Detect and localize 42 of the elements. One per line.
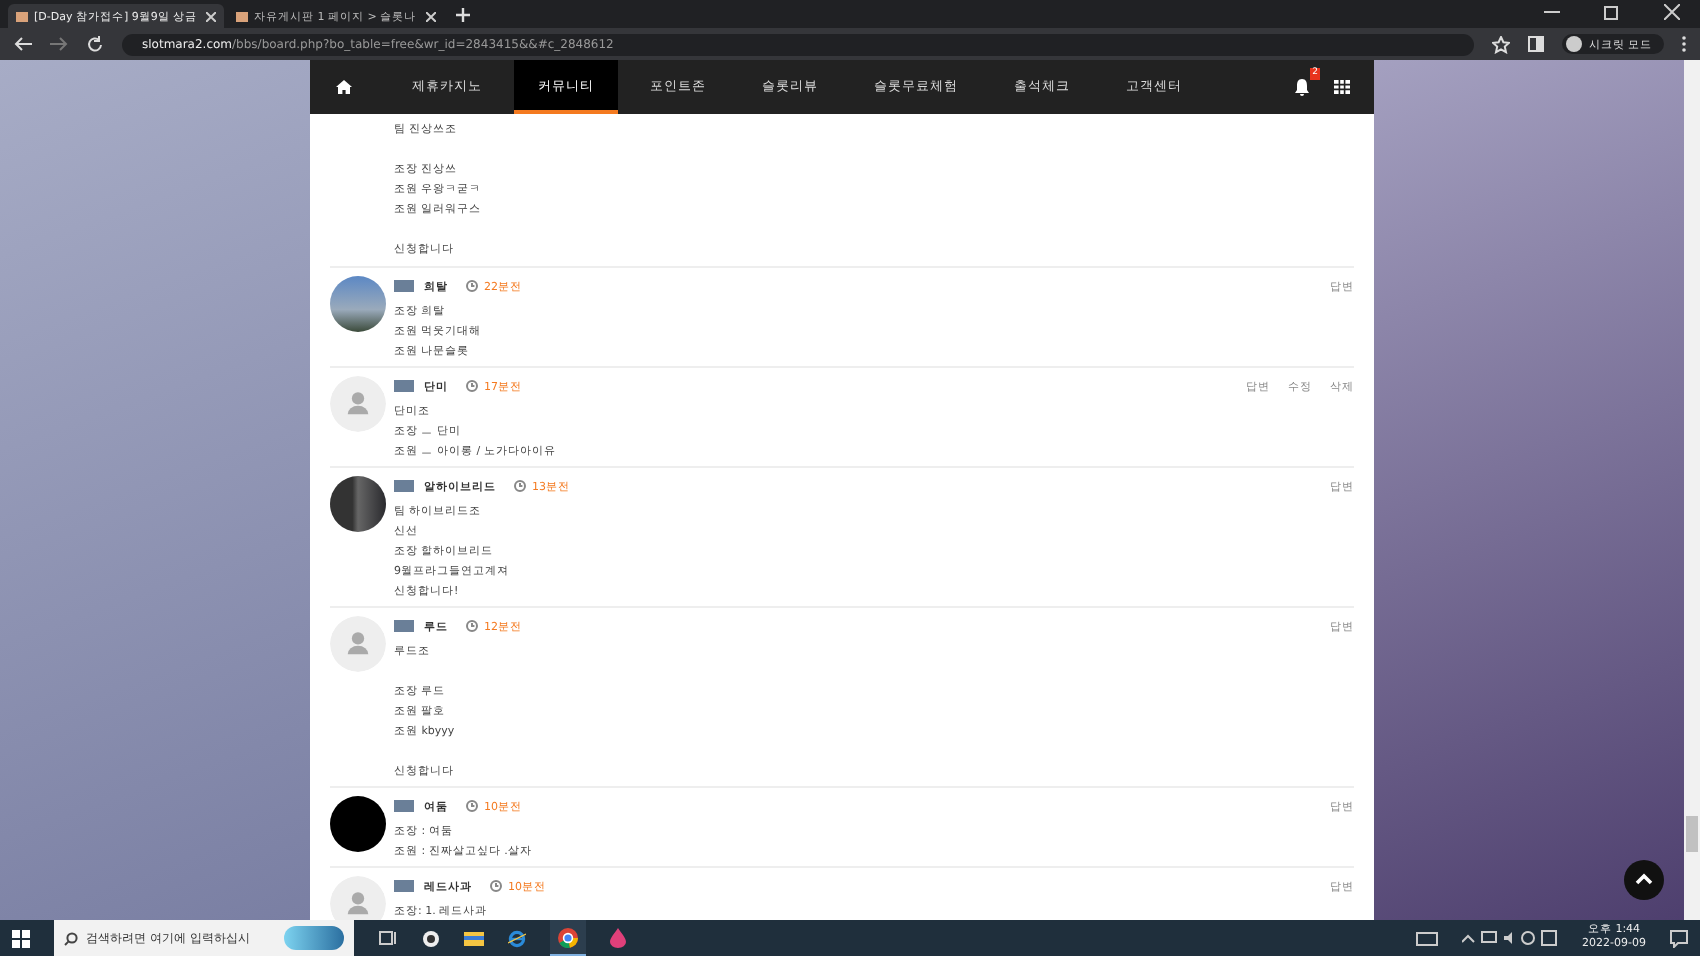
level-badge-icon <box>394 480 414 492</box>
favicon-icon <box>236 11 248 21</box>
level-badge-icon <box>394 880 414 892</box>
app-icon[interactable] <box>422 929 440 947</box>
sidebar-icon[interactable] <box>1528 36 1545 52</box>
folder-icon[interactable] <box>464 930 484 946</box>
task-view-icon[interactable] <box>378 930 398 946</box>
grid-icon[interactable] <box>1334 80 1350 94</box>
forward-icon[interactable] <box>50 36 68 52</box>
clock-icon <box>514 480 526 492</box>
bell-icon[interactable] <box>1294 78 1310 96</box>
search-highlight-drawing <box>284 926 344 950</box>
notification-icon[interactable] <box>1670 929 1688 947</box>
search-icon <box>64 931 78 945</box>
clock-icon <box>466 800 478 812</box>
star-icon[interactable] <box>1492 35 1511 53</box>
clock-icon <box>490 880 502 892</box>
scroll-top-icon[interactable] <box>1624 860 1664 900</box>
back-icon[interactable] <box>14 36 32 52</box>
windows-start-icon[interactable] <box>12 929 30 947</box>
new-tab-icon[interactable] <box>456 8 470 22</box>
close-icon[interactable] <box>426 11 436 21</box>
clock-icon <box>466 620 478 632</box>
tray-icons-drawing[interactable] <box>1462 930 1559 946</box>
clock-icon <box>466 380 478 392</box>
reload-icon[interactable] <box>86 35 104 53</box>
level-badge-icon <box>394 620 414 632</box>
scrollbar[interactable] <box>1684 60 1700 920</box>
taskbar-app-button[interactable] <box>550 920 586 956</box>
level-badge-icon <box>394 800 414 812</box>
level-badge-icon <box>394 280 414 292</box>
close-icon[interactable] <box>1664 3 1680 19</box>
restore-icon[interactable] <box>1604 3 1620 19</box>
browser-logo-icon <box>558 928 578 948</box>
drop-icon[interactable] <box>610 928 626 948</box>
browser-e-icon[interactable] <box>508 929 526 947</box>
home-icon[interactable] <box>336 80 352 94</box>
close-icon[interactable] <box>206 11 216 21</box>
favicon-icon <box>16 11 28 21</box>
keyboard-icon[interactable] <box>1416 931 1439 945</box>
clock-icon <box>466 280 478 292</box>
level-badge-icon <box>394 380 414 392</box>
